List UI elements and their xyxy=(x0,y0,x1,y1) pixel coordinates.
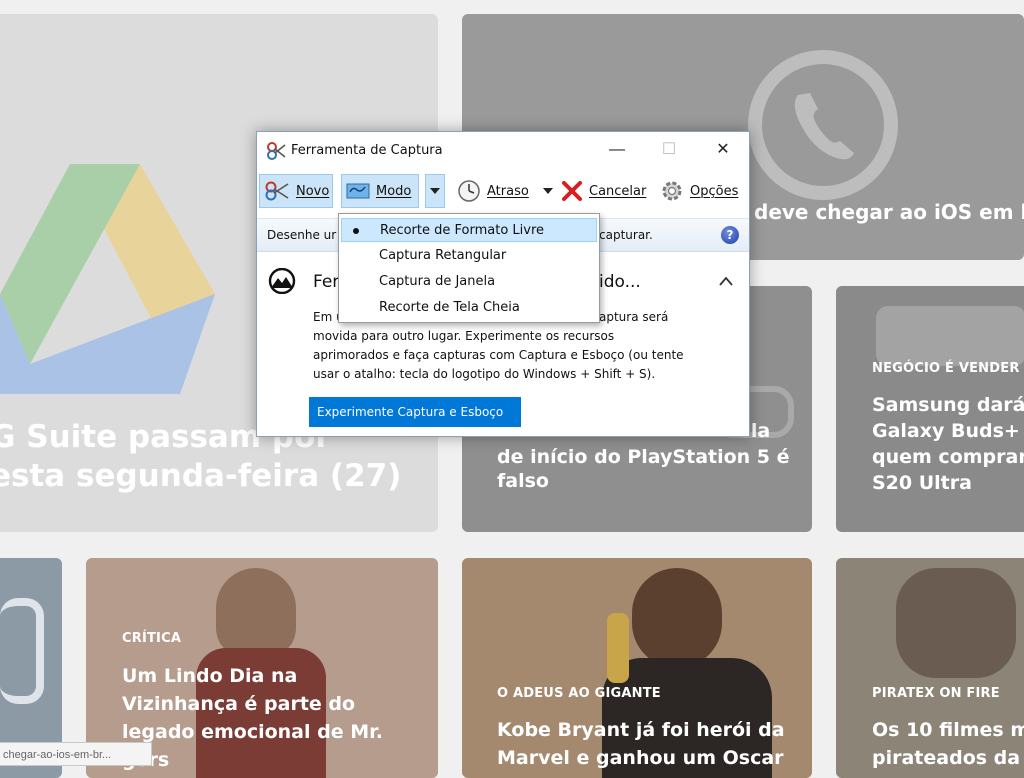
close-button[interactable]: ✕ xyxy=(710,138,736,162)
body-line: movida para outro lugar. Experimente os … xyxy=(313,329,615,343)
body-line: aprimorados e faça capturas com Captura … xyxy=(313,348,684,362)
person-photo-shape xyxy=(216,568,296,658)
mode-button[interactable]: Modo xyxy=(341,174,419,208)
google-drive-logo-icon xyxy=(0,164,215,394)
card-buds[interactable]: NEGÓCIO É VENDER Samsung dará Galaxy Bud… xyxy=(836,286,1024,532)
card-kobe[interactable]: O ADEUS AO GIGANTE Kobe Bryant já foi he… xyxy=(462,558,812,778)
menu-item-window[interactable]: Captura de Janela xyxy=(341,270,597,294)
options-button[interactable]: Opções xyxy=(659,174,749,208)
delay-button[interactable]: Atraso xyxy=(455,174,561,208)
menu-item-label: Recorte de Formato Livre xyxy=(380,223,545,238)
gear-icon xyxy=(662,181,682,201)
title-bar[interactable]: Ferramenta de Captura — ☐ ✕ xyxy=(257,132,749,168)
mode-dropdown-menu: Recorte de Formato Livre Captura Retangu… xyxy=(338,213,600,323)
new-snip-icon xyxy=(265,181,289,201)
menu-item-rectangular[interactable]: Captura Retangular xyxy=(341,244,597,268)
card-kicker: PIRATEX ON FIRE xyxy=(872,686,1000,701)
clock-icon xyxy=(458,180,480,202)
toolbar: Novo Modo Atraso Cancelar Opções xyxy=(257,170,749,216)
new-label: Novo xyxy=(296,183,330,199)
options-label: Opções xyxy=(690,183,739,199)
info-text-right: capturar. xyxy=(599,228,653,242)
body-line: usar o atalho: tecla do logotipo do Wind… xyxy=(313,367,656,381)
cancel-x-icon xyxy=(562,181,582,201)
menu-item-free-form[interactable]: Recorte de Formato Livre xyxy=(341,218,597,242)
card-title: de início do PlayStation 5 é falso xyxy=(497,446,790,492)
link-status-bar: chegar-ao-ios-em-br... xyxy=(0,742,152,766)
minimize-button[interactable]: — xyxy=(604,138,630,162)
help-icon[interactable]: ? xyxy=(721,226,739,244)
cancel-button[interactable]: Cancelar xyxy=(561,174,655,208)
maximize-button[interactable]: ☐ xyxy=(656,138,682,162)
whatsapp-logo-icon xyxy=(748,50,898,200)
card-title: Um Lindo Dia na Vizinhança é parte do le… xyxy=(122,665,384,771)
card-title: Kobe Bryant já foi herói da Marvel e gan… xyxy=(497,719,785,769)
panel-heading-right: ido... xyxy=(599,272,641,292)
info-text-left: Desenhe ur xyxy=(267,228,337,242)
chevron-up-icon[interactable] xyxy=(719,276,733,286)
card-kicker: O ADEUS AO GIGANTE xyxy=(497,686,661,701)
menu-item-label: Captura Retangular xyxy=(379,248,507,263)
window-title: Ferramenta de Captura xyxy=(291,143,443,158)
cancel-label: Cancelar xyxy=(589,183,647,199)
card-title: deve chegar ao iOS em b xyxy=(754,200,1024,224)
menu-item-full-screen[interactable]: Recorte de Tela Cheia xyxy=(341,296,597,320)
radio-bullet-icon xyxy=(353,228,359,234)
mountain-logo-icon xyxy=(268,268,296,294)
new-button[interactable]: Novo xyxy=(259,174,333,208)
mode-freeform-icon xyxy=(346,183,370,199)
earbuds-case-shape xyxy=(876,306,1024,366)
decorative-shape xyxy=(0,598,44,704)
card-title: Os 10 filmes m pirateados da s xyxy=(872,719,1024,769)
oscar-statue-shape xyxy=(607,613,629,683)
mode-label: Modo xyxy=(376,183,412,199)
menu-item-label: Recorte de Tela Cheia xyxy=(379,300,520,315)
menu-item-label: Captura de Janela xyxy=(379,274,496,289)
caret-down-icon xyxy=(542,188,553,194)
card-title: Samsung dará Galaxy Buds+ c quem comprar… xyxy=(872,394,1024,494)
person-photo-shape xyxy=(632,568,722,668)
person-photo-shape xyxy=(896,568,1016,678)
mode-dropdown-arrow[interactable] xyxy=(425,174,445,208)
try-snip-sketch-button[interactable]: Experimente Captura e Esboço xyxy=(309,397,521,427)
scissors-icon xyxy=(267,142,286,160)
panel-heading-left: Fer xyxy=(313,272,340,292)
card-kicker: NEGÓCIO É VENDER xyxy=(872,361,1020,376)
caret-down-icon xyxy=(430,188,440,194)
card-kicker: CRÍTICA xyxy=(122,631,182,646)
delay-label: Atraso xyxy=(487,183,529,199)
card-pirat[interactable]: PIRATEX ON FIRE Os 10 filmes m pirateado… xyxy=(836,558,1024,778)
